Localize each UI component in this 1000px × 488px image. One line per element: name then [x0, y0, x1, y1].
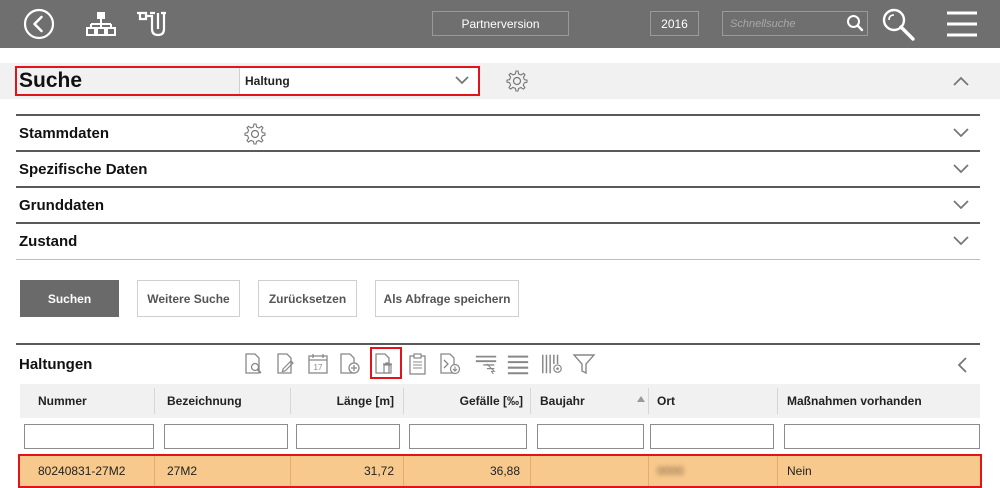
results-header: Haltungen 17: [16, 343, 980, 383]
filter-input-ort[interactable]: [650, 424, 774, 449]
section-label: Zustand: [19, 233, 78, 250]
filter-input-gefaelle[interactable]: [409, 424, 527, 449]
filter-input-bezeichnung[interactable]: [164, 424, 288, 449]
filter-input-massnahmen[interactable]: [784, 424, 980, 449]
column-select-icon[interactable]: [474, 351, 498, 377]
column-separator: [530, 388, 531, 414]
quicksearch-input[interactable]: [723, 12, 843, 35]
partner-version-button[interactable]: Partnerversion: [432, 11, 569, 36]
column-separator: [154, 388, 155, 414]
filter-input-baujahr[interactable]: [537, 424, 644, 449]
chevron-left-icon[interactable]: [956, 356, 970, 379]
year-label: 2016: [661, 16, 688, 31]
section-stammdaten[interactable]: Stammdaten: [16, 114, 980, 150]
document-search-icon[interactable]: [242, 351, 266, 377]
column-header-label: Maßnahmen vorhanden: [787, 394, 922, 408]
quicksearch-box: [722, 11, 868, 36]
section-label: Stammdaten: [19, 125, 110, 142]
more-search-button[interactable]: Weitere Suche: [137, 280, 240, 317]
filter-icon[interactable]: [572, 351, 596, 377]
column-header-label: Länge [m]: [336, 394, 394, 408]
section-label: Grunddaten: [19, 197, 104, 214]
column-header-bezeichnung[interactable]: Bezeichnung: [167, 384, 242, 418]
chevron-down-icon: [952, 234, 970, 253]
section-label: Spezifische Daten: [19, 161, 148, 178]
column-header-label: Baujahr: [540, 394, 585, 408]
search-button-label: Suchen: [47, 291, 92, 306]
chevron-down-icon: [952, 126, 970, 145]
section-zustand[interactable]: Zustand: [16, 222, 980, 258]
year-selector[interactable]: 2016: [650, 11, 699, 36]
clipboard-icon[interactable]: [406, 351, 430, 377]
gear-icon[interactable]: [242, 122, 266, 151]
column-separator: [290, 388, 291, 414]
partner-version-label: Partnerversion: [461, 16, 540, 31]
divider: [16, 259, 980, 260]
reset-button[interactable]: Zurücksetzen: [258, 280, 357, 317]
column-header-laenge[interactable]: Länge [m]: [296, 384, 394, 418]
section-grunddaten[interactable]: Grunddaten: [16, 186, 980, 222]
results-title: Haltungen: [19, 356, 93, 373]
chevron-down-icon: [952, 162, 970, 181]
toolbar-highlight-frame: [370, 347, 402, 379]
column-header-baujahr[interactable]: Baujahr: [540, 384, 585, 418]
calendar-icon[interactable]: 17: [306, 351, 330, 377]
back-icon[interactable]: [20, 0, 58, 48]
column-separator: [648, 388, 649, 414]
chevron-down-icon: [952, 198, 970, 217]
chevron-up-icon[interactable]: [952, 73, 970, 94]
pipe-icon[interactable]: [133, 0, 169, 48]
gear-icon[interactable]: [504, 69, 528, 98]
filter-input-nummer[interactable]: [24, 424, 154, 449]
section-spezifische-daten[interactable]: Spezifische Daten: [16, 150, 980, 186]
document-export-icon[interactable]: [438, 351, 462, 377]
save-query-button-label: Als Abfrage speichern: [383, 291, 511, 306]
document-add-icon[interactable]: [338, 351, 362, 377]
column-header-label: Bezeichnung: [167, 394, 242, 408]
search-icon[interactable]: [846, 14, 864, 37]
column-header-label: Gefälle [‰]: [459, 394, 523, 408]
rows-icon[interactable]: [506, 351, 530, 377]
search-button[interactable]: Suchen: [20, 280, 119, 317]
column-header-nummer[interactable]: Nummer: [38, 384, 87, 418]
sort-ascending-icon: [637, 389, 645, 407]
chevron-down-icon: [454, 73, 470, 92]
filter-input-laenge[interactable]: [296, 424, 400, 449]
column-header-label: Nummer: [38, 394, 87, 408]
network-icon[interactable]: [84, 0, 118, 48]
top-bar: Partnerversion 2016: [0, 0, 1000, 48]
column-header-label: Ort: [657, 394, 675, 408]
column-header-massnahmen[interactable]: Maßnahmen vorhanden: [787, 384, 922, 418]
zoom-search-icon[interactable]: [880, 0, 918, 48]
column-header-ort[interactable]: Ort: [657, 384, 675, 418]
document-edit-icon[interactable]: [274, 351, 298, 377]
columns-settings-icon[interactable]: [540, 351, 564, 377]
column-separator: [777, 388, 778, 414]
column-separator: [403, 388, 404, 414]
search-type-select[interactable]: Haltung: [239, 68, 478, 94]
page-title: Suche: [19, 69, 83, 92]
save-query-button[interactable]: Als Abfrage speichern: [375, 280, 519, 317]
column-header-gefaelle[interactable]: Gefälle [‰]: [409, 384, 523, 418]
svg-text:17: 17: [314, 363, 323, 372]
search-type-value: Haltung: [245, 74, 290, 88]
menu-icon[interactable]: [944, 0, 980, 48]
more-search-button-label: Weitere Suche: [147, 291, 230, 306]
reset-button-label: Zurücksetzen: [268, 291, 347, 306]
row-highlight-frame: [18, 454, 982, 488]
